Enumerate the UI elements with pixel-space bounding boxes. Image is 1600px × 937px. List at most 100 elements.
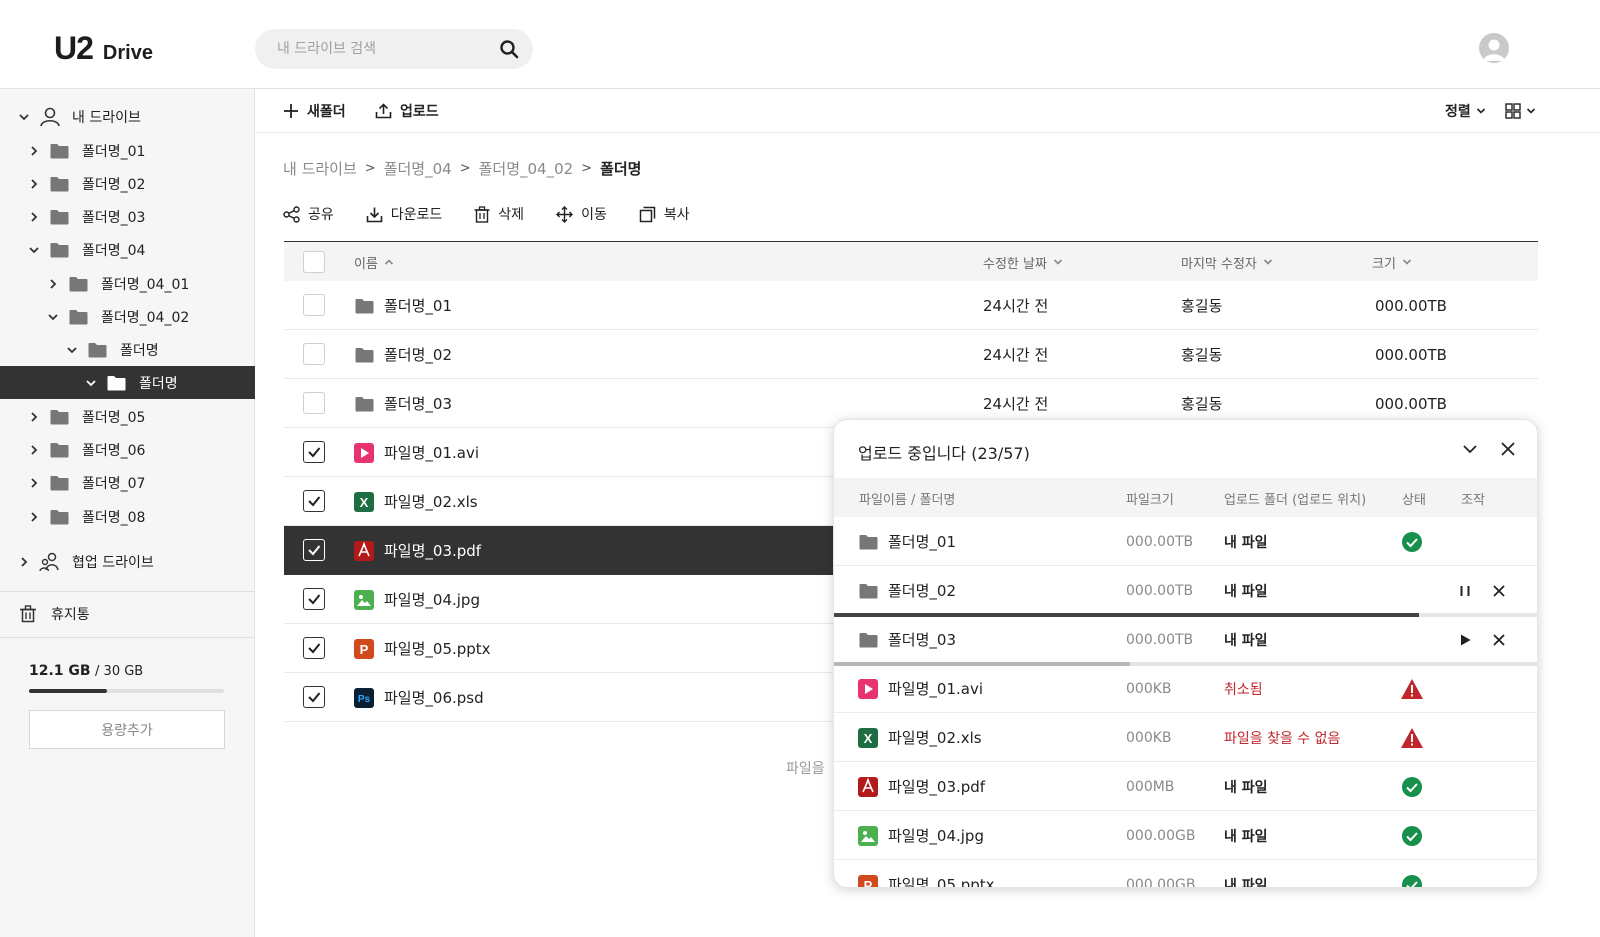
cancel-upload-icon[interactable] (1491, 566, 1507, 615)
chevron-right-icon[interactable] (18, 556, 30, 568)
upload-file-name: 파일명_02.xls (888, 729, 982, 747)
app-logo[interactable]: U2 Drive (54, 30, 153, 67)
search-input[interactable] (277, 29, 487, 69)
upload-button[interactable]: 업로드 (375, 89, 439, 133)
new-folder-button[interactable]: 새폴더 (283, 89, 346, 133)
row-checkbox[interactable] (303, 637, 325, 659)
sidebar-tree-item[interactable]: 폴더명_04_02 (0, 300, 255, 333)
sidebar-tree-item[interactable]: 폴더명_03 (0, 200, 255, 233)
upload-location[interactable]: 내 파일 (1224, 517, 1268, 566)
sidebar-tree-item[interactable]: 폴더명_05 (0, 400, 255, 433)
sidebar-tree-item[interactable]: 폴더명_01 (0, 134, 255, 167)
chevron-down-icon[interactable] (85, 377, 97, 389)
sidebar-tree-item[interactable]: 폴더명_07 (0, 466, 255, 499)
sidebar-tree-label: 폴더명_04 (82, 242, 146, 259)
upload-table-header: 파일이름 / 폴더명 파일크기 업로드 폴더 (업로드 위치) 상태 조작 (834, 478, 1537, 517)
chevron-right-icon[interactable] (28, 511, 40, 523)
chevron-right-icon[interactable] (28, 444, 40, 456)
file-name-cell[interactable]: 파일명_04.jpg (354, 575, 480, 624)
file-name-cell[interactable]: 파일명_03.pdf (354, 526, 481, 575)
chevron-down-icon[interactable] (28, 244, 40, 256)
upload-location[interactable]: 내 파일 (1224, 811, 1268, 860)
trash-icon (474, 205, 490, 223)
folder-icon (50, 475, 69, 491)
file-name-cell[interactable]: X 파일명_02.xls (354, 477, 478, 526)
breadcrumb-item[interactable]: 폴더명_04_02 (479, 158, 574, 179)
column-modified[interactable]: 수정한 날짜 (983, 242, 1063, 282)
sidebar-tree-item[interactable]: 폴더명 (0, 333, 255, 366)
row-checkbox[interactable] (303, 588, 325, 610)
sidebar-tree-item[interactable]: 폴더명_02 (0, 167, 255, 200)
sidebar-item-shared-drive[interactable]: 협업 드라이브 (0, 545, 255, 578)
file-name-cell[interactable]: P 파일명_05.pptx (354, 624, 491, 673)
row-checkbox[interactable] (303, 294, 325, 316)
add-storage-button[interactable]: 용량추가 (29, 710, 225, 749)
plus-icon (284, 104, 298, 118)
file-name: 파일명_02.xls (384, 493, 478, 511)
sidebar-tree-label: 폴더명_04_02 (101, 309, 190, 326)
table-row[interactable]: 폴더명_01 24시간 전 홍길동 000.00TB (284, 281, 1538, 330)
breadcrumb-item[interactable]: 내 드라이브 (283, 158, 357, 179)
check-icon (308, 692, 321, 703)
row-checkbox[interactable] (303, 343, 325, 365)
breadcrumb-item[interactable]: 폴더명_04 (384, 158, 452, 179)
folder-icon (88, 342, 107, 358)
upload-file-size: 000.00TB (1126, 582, 1194, 599)
chevron-right-icon[interactable] (28, 477, 40, 489)
view-mode-dropdown[interactable] (1505, 89, 1536, 133)
chevron-down-icon[interactable] (66, 344, 78, 356)
column-name[interactable]: 이름 (354, 242, 394, 282)
folder-icon (50, 509, 69, 525)
chevron-right-icon[interactable] (28, 411, 40, 423)
column-size[interactable]: 크기 (1372, 242, 1412, 282)
upload-location[interactable]: 내 파일 (1224, 615, 1268, 664)
chevron-down-icon[interactable] (47, 311, 59, 323)
move-button[interactable]: 이동 (556, 204, 607, 224)
sidebar-tree-item[interactable]: 폴더명 (0, 366, 255, 399)
search-icon[interactable] (499, 39, 519, 59)
upload-file-name: 폴더명_01 (888, 533, 956, 551)
sidebar-item-label: 휴지통 (51, 606, 90, 623)
file-name-cell[interactable]: Ps 파일명_06.psd (354, 673, 484, 722)
cancel-upload-icon[interactable] (1491, 615, 1507, 664)
play-icon[interactable] (1457, 615, 1473, 664)
chevron-down-icon[interactable] (18, 111, 30, 123)
chevron-right-icon[interactable] (28, 145, 40, 157)
download-button[interactable]: 다운로드 (366, 204, 442, 224)
upload-location[interactable]: 내 파일 (1224, 566, 1268, 615)
copy-button[interactable]: 복사 (639, 204, 690, 224)
sidebar-tree-item[interactable]: 폴더명_04 (0, 233, 255, 266)
row-checkbox[interactable] (303, 392, 325, 414)
user-avatar[interactable] (1479, 33, 1509, 63)
select-all-checkbox[interactable] (303, 251, 325, 273)
row-checkbox[interactable] (303, 490, 325, 512)
row-checkbox[interactable] (303, 539, 325, 561)
column-modifier[interactable]: 마지막 수정자 (1181, 242, 1273, 282)
file-name-cell[interactable]: 폴더명_02 (354, 330, 452, 379)
close-icon[interactable] (1497, 438, 1519, 460)
sidebar-tree-item[interactable]: 폴더명_06 (0, 433, 255, 466)
sort-dropdown[interactable]: 정렬 (1445, 89, 1486, 133)
file-name-cell[interactable]: 폴더명_03 (354, 379, 452, 428)
upload-location[interactable]: 내 파일 (1224, 860, 1268, 888)
delete-button[interactable]: 삭제 (474, 204, 524, 224)
upload-location[interactable]: 내 파일 (1224, 762, 1268, 811)
folder-icon (50, 442, 69, 458)
table-row[interactable]: 폴더명_02 24시간 전 홍길동 000.00TB (284, 330, 1538, 379)
file-name-cell[interactable]: 파일명_01.avi (354, 428, 479, 477)
sidebar-tree-item[interactable]: 폴더명_08 (0, 500, 255, 533)
sidebar-item-my-drive[interactable]: 내 드라이브 (0, 100, 255, 133)
share-button[interactable]: 공유 (283, 204, 334, 224)
collapse-chevron-icon[interactable] (1459, 438, 1481, 460)
row-checkbox[interactable] (303, 686, 325, 708)
sidebar-item-trash[interactable]: 휴지통 (0, 597, 255, 630)
column-modified-label: 수정한 날짜 (983, 256, 1047, 272)
pause-icon[interactable] (1457, 566, 1473, 615)
chevron-right-icon[interactable] (28, 211, 40, 223)
sidebar-tree-item[interactable]: 폴더명_04_01 (0, 267, 255, 300)
upload-col-location: 업로드 폴더 (업로드 위치) (1224, 493, 1367, 508)
file-name-cell[interactable]: 폴더명_01 (354, 281, 452, 330)
chevron-right-icon[interactable] (47, 278, 59, 290)
row-checkbox[interactable] (303, 441, 325, 463)
chevron-right-icon[interactable] (28, 178, 40, 190)
